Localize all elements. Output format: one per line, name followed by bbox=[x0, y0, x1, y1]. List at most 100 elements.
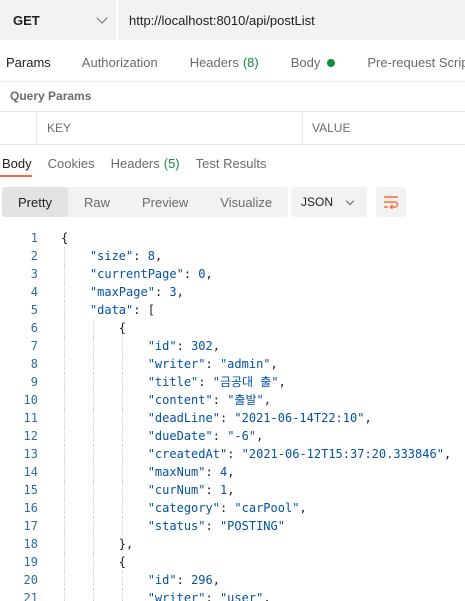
language-label: JSON bbox=[301, 195, 334, 209]
method-label: GET bbox=[13, 12, 40, 28]
line-number: 20 bbox=[23, 573, 38, 587]
tab-label: Headers bbox=[110, 155, 160, 171]
code-line: 14 "maxNum": 4, bbox=[0, 463, 465, 481]
code-text: "maxPage": 3, bbox=[89, 285, 184, 299]
code-text: "createdAt": "2021-06-12T15:37:20.333846… bbox=[147, 447, 452, 461]
code-text: "writer": "admin", bbox=[147, 357, 278, 371]
line-number: 4 bbox=[30, 285, 38, 299]
tab-params[interactable]: Params bbox=[0, 44, 57, 81]
code-line: 5 "data": [ bbox=[0, 301, 465, 319]
method-select[interactable]: GET bbox=[0, 0, 116, 40]
line-number: 13 bbox=[23, 447, 38, 461]
code-text: "id": 296, bbox=[147, 573, 220, 587]
code-text: "category": "carPool", bbox=[147, 501, 307, 515]
preview-button[interactable]: Preview bbox=[126, 187, 204, 217]
code-line: 20 "id": 296, bbox=[0, 571, 465, 589]
tab-authorization[interactable]: Authorization bbox=[76, 44, 164, 81]
code-line: 16 "category": "carPool", bbox=[0, 499, 465, 517]
raw-button[interactable]: Raw bbox=[68, 187, 126, 217]
language-select[interactable]: JSON bbox=[291, 187, 367, 217]
code-text: "title": "금공대 출", bbox=[147, 375, 286, 389]
code-line: 13 "createdAt": "2021-06-12T15:37:20.333… bbox=[0, 445, 465, 463]
code-text: "currentPage": 0, bbox=[89, 267, 213, 281]
line-number: 18 bbox=[23, 537, 38, 551]
code-line: 18 }, bbox=[0, 535, 465, 553]
query-params-title: Query Params bbox=[10, 89, 92, 103]
key-column-header: KEY bbox=[37, 112, 303, 144]
tab-count: (8) bbox=[242, 55, 259, 70]
tab-count: (5) bbox=[163, 155, 180, 171]
tab-label: Body bbox=[2, 155, 32, 171]
line-number: 17 bbox=[23, 519, 38, 533]
tab-label: Authorization bbox=[81, 55, 158, 70]
code-line: 11 "deadLine": "2021-06-14T22:10", bbox=[0, 409, 465, 427]
line-number: 19 bbox=[23, 555, 38, 569]
code-text: "dueDate": "-6", bbox=[147, 429, 264, 443]
code-line: 3 "currentPage": 0, bbox=[0, 265, 465, 283]
tab-headers[interactable]: Headers (8) bbox=[184, 44, 265, 81]
line-number: 12 bbox=[23, 429, 38, 443]
pretty-button[interactable]: Pretty bbox=[2, 187, 68, 217]
visualize-button[interactable]: Visualize bbox=[204, 187, 288, 217]
code-line: 7 "id": 302, bbox=[0, 337, 465, 355]
code-line: 21 "writer": "user", bbox=[0, 589, 465, 601]
code-text: "curNum": 1, bbox=[147, 483, 235, 497]
tab-label: Test Results bbox=[195, 155, 267, 171]
code-line: 12 "dueDate": "-6", bbox=[0, 427, 465, 445]
response-tab-test-results[interactable]: Test Results bbox=[194, 150, 269, 176]
code-text: "writer": "user", bbox=[147, 591, 271, 601]
line-number: 21 bbox=[23, 591, 38, 601]
response-body-code[interactable]: 1{2 "size": 8, 3 "currentPage": 0, 4 "maxP… bbox=[0, 229, 465, 601]
code-text: "data": [ bbox=[89, 303, 155, 317]
line-number: 5 bbox=[30, 303, 38, 317]
tab-pre-request-script[interactable]: Pre-request Script bbox=[361, 44, 465, 81]
code-text: "size": 8, bbox=[89, 249, 163, 263]
code-line: 6 { bbox=[0, 319, 465, 337]
body-indicator-dot-icon bbox=[327, 58, 336, 67]
line-number: 10 bbox=[23, 393, 38, 407]
line-number: 7 bbox=[30, 339, 38, 353]
code-line: 15 "curNum": 1, bbox=[0, 481, 465, 499]
code-line: 9 "title": "금공대 출", bbox=[0, 373, 465, 391]
line-number: 6 bbox=[30, 321, 38, 335]
line-number: 9 bbox=[30, 375, 38, 389]
line-number: 2 bbox=[30, 249, 38, 263]
line-number: 1 bbox=[30, 231, 38, 245]
line-number: 3 bbox=[30, 267, 38, 281]
code-line: 4 "maxPage": 3, bbox=[0, 283, 465, 301]
code-text: "id": 302, bbox=[147, 339, 220, 353]
line-number: 14 bbox=[23, 465, 38, 479]
line-number: 8 bbox=[30, 357, 38, 371]
code-text: { bbox=[118, 321, 127, 335]
line-number: 11 bbox=[23, 411, 38, 425]
format-toggle-group: Pretty Raw Preview Visualize bbox=[2, 187, 289, 217]
code-text: { bbox=[118, 555, 127, 569]
code-line: 1{ bbox=[0, 229, 465, 247]
request-bar: GET http://localhost:8010/api/postList bbox=[0, 0, 465, 40]
tab-label: Params bbox=[6, 55, 51, 70]
code-line: 19 { bbox=[0, 553, 465, 571]
request-tabs: Params Authorization Headers (8) Body Pr… bbox=[0, 44, 465, 82]
code-line: 8 "writer": "admin", bbox=[0, 355, 465, 373]
tab-label: Body bbox=[290, 55, 321, 70]
wrap-lines-icon bbox=[384, 196, 399, 209]
code-text: "content": "출발", bbox=[147, 393, 271, 407]
code-text: "deadLine": "2021-06-14T22:10", bbox=[147, 411, 372, 425]
line-number: 16 bbox=[23, 501, 38, 515]
tab-body[interactable]: Body bbox=[285, 44, 342, 81]
tab-label: Pre-request Script bbox=[367, 55, 465, 70]
line-number: 15 bbox=[23, 483, 38, 497]
response-tab-headers[interactable]: Headers (5) bbox=[109, 150, 182, 176]
url-input[interactable]: http://localhost:8010/api/postList bbox=[118, 0, 465, 40]
code-text: "maxNum": 4, bbox=[147, 465, 235, 479]
code-text: { bbox=[61, 231, 69, 245]
code-line: 2 "size": 8, bbox=[0, 247, 465, 265]
code-text: "status": "POSTING" bbox=[147, 519, 285, 533]
chevron-down-icon bbox=[96, 12, 108, 24]
params-checkbox-column bbox=[0, 112, 37, 144]
code-text: }, bbox=[118, 537, 134, 551]
wrap-lines-button[interactable] bbox=[376, 187, 406, 217]
code-line: 10 "content": "출발", bbox=[0, 391, 465, 409]
response-tab-cookies[interactable]: Cookies bbox=[46, 150, 97, 176]
response-tab-body[interactable]: Body bbox=[0, 150, 34, 177]
